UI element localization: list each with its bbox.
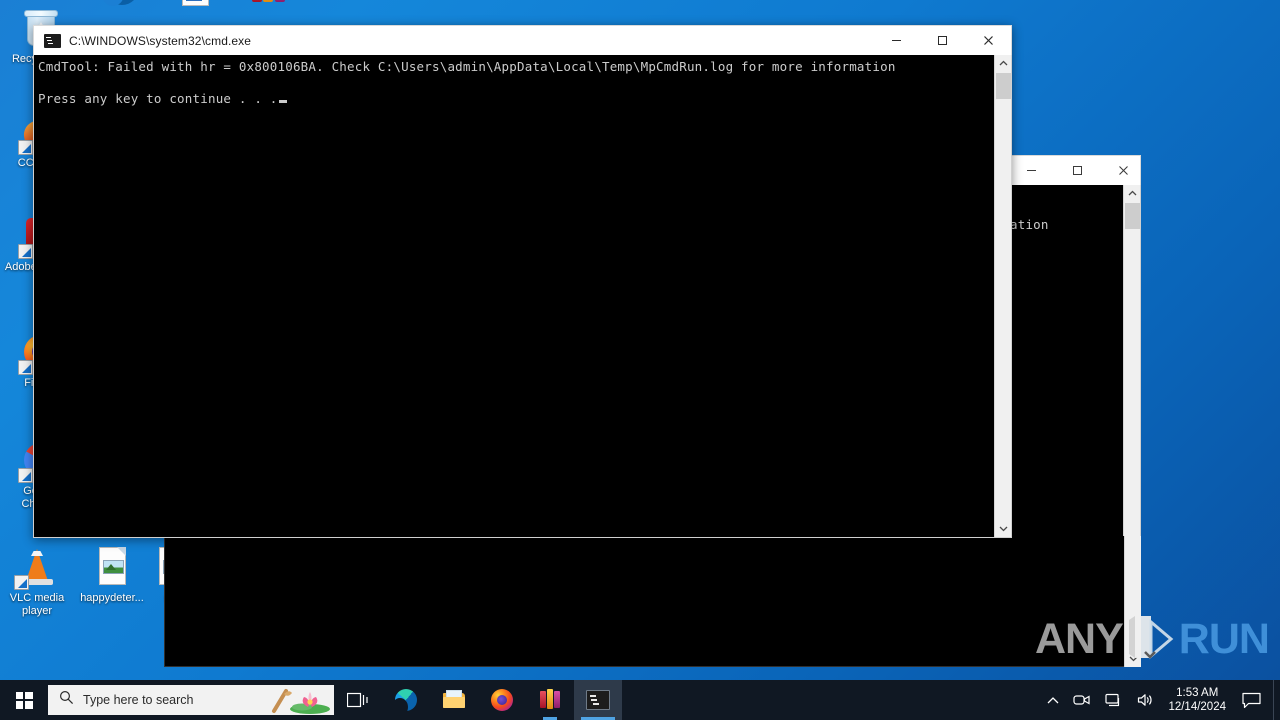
windows-start-icon — [15, 691, 33, 709]
volume-icon[interactable] — [1130, 680, 1162, 720]
desktop-icon-vlc[interactable]: VLC media player — [1, 545, 73, 618]
winrar-icon — [247, 0, 291, 10]
close-button[interactable] — [965, 26, 1011, 56]
shortcut-arrow-icon — [14, 575, 29, 590]
scrollbar-thumb[interactable] — [1125, 203, 1140, 229]
edge-icon — [392, 688, 418, 716]
cmd-icon — [586, 690, 610, 710]
cmd-console-output: CmdTool: Failed with hr = 0x800106BA. Ch… — [33, 55, 1012, 538]
task-view-icon — [346, 691, 369, 709]
shortcut-arrow-icon — [18, 244, 33, 259]
start-button[interactable] — [0, 680, 48, 720]
maximize-button[interactable] — [1054, 156, 1100, 186]
cmd-console-line-3: Press any key to continue . . . — [34, 75, 1011, 107]
vlc-icon — [14, 545, 59, 590]
shortcut-arrow-icon — [18, 360, 33, 375]
cmd-prompt-text: Press any key to continue . . . — [38, 91, 278, 106]
cmd-console-line-1: CmdTool: Failed with hr = 0x800106BA. Ch… — [38, 59, 896, 74]
scroll-down-icon[interactable] — [995, 520, 1011, 537]
desktop-icon-happydetergent[interactable]: happydeter... — [75, 545, 149, 605]
show-hidden-icons-button[interactable] — [1040, 680, 1066, 720]
clock-time: 1:53 AM — [1176, 687, 1219, 699]
meet-now-camera-icon[interactable] — [1066, 680, 1098, 720]
minimize-button[interactable] — [873, 26, 919, 56]
close-button[interactable] — [1100, 156, 1146, 186]
shortcut-arrow-icon — [18, 140, 33, 155]
taskbar-item-firefox[interactable] — [478, 680, 526, 720]
taskbar: Type here to search 1:53 AM 12/14/2024 — [0, 680, 1280, 720]
cmd-window-title: C:\WINDOWS\system32\cmd.exe — [69, 33, 252, 48]
minimize-button[interactable] — [1008, 156, 1054, 186]
network-icon[interactable] — [1098, 680, 1130, 720]
desktop-icon-document[interactable] — [158, 0, 232, 13]
task-view-button[interactable] — [334, 680, 382, 720]
lotus-paintbrush-icon — [270, 685, 332, 715]
system-tray: 1:53 AM 12/14/2024 — [1040, 680, 1280, 720]
firefox-icon — [490, 688, 514, 712]
watermark-run-text: RUN — [1178, 614, 1270, 663]
search-input[interactable]: Type here to search — [48, 685, 334, 715]
background-window-lower-body — [164, 536, 1141, 667]
cmd-scrollbar[interactable] — [994, 55, 1011, 537]
taskbar-item-edge[interactable] — [382, 680, 430, 720]
clock[interactable]: 1:53 AM 12/14/2024 — [1162, 680, 1236, 720]
desktop-icon-label: happydeter... — [80, 592, 144, 604]
scroll-up-icon[interactable] — [1124, 185, 1140, 202]
show-desktop-button[interactable] — [1273, 680, 1280, 720]
desktop-icon-edge[interactable] — [85, 0, 159, 13]
background-scrollbar-lower[interactable] — [1124, 536, 1141, 667]
document-icon — [173, 0, 217, 10]
taskbar-item-cmd[interactable] — [574, 680, 622, 720]
winrar-icon — [538, 688, 562, 712]
shortcut-arrow-icon — [18, 468, 33, 483]
file-explorer-icon — [442, 688, 466, 712]
taskbar-item-winrar[interactable] — [526, 680, 574, 720]
search-icon — [59, 690, 74, 710]
cmd-window[interactable]: C:\WINDOWS\system32\cmd.exe CmdTool: Fai… — [33, 25, 1012, 538]
background-console-line: ation — [1010, 217, 1049, 232]
scroll-up-icon[interactable] — [995, 55, 1011, 72]
cmd-icon — [44, 33, 61, 48]
desktop-screen: Recycle Bin CCleaner A Adobe Acrobat Fir… — [0, 0, 1280, 720]
text-cursor — [278, 100, 287, 103]
cmd-window-titlebar[interactable]: C:\WINDOWS\system32\cmd.exe — [33, 25, 1012, 55]
background-window-titlebar[interactable] — [1007, 155, 1141, 185]
desktop-icon-label: VLC media player — [9, 592, 65, 617]
scroll-down-icon[interactable] — [1125, 650, 1142, 667]
clock-date: 12/14/2024 — [1168, 701, 1226, 713]
edge-icon — [100, 0, 144, 10]
image-file-icon — [90, 545, 134, 589]
taskbar-item-file-explorer[interactable] — [430, 680, 478, 720]
maximize-button[interactable] — [919, 26, 965, 56]
desktop-icon-winrar[interactable] — [232, 0, 306, 13]
scrollbar-thumb[interactable] — [996, 73, 1011, 99]
action-center-button[interactable] — [1236, 680, 1273, 720]
